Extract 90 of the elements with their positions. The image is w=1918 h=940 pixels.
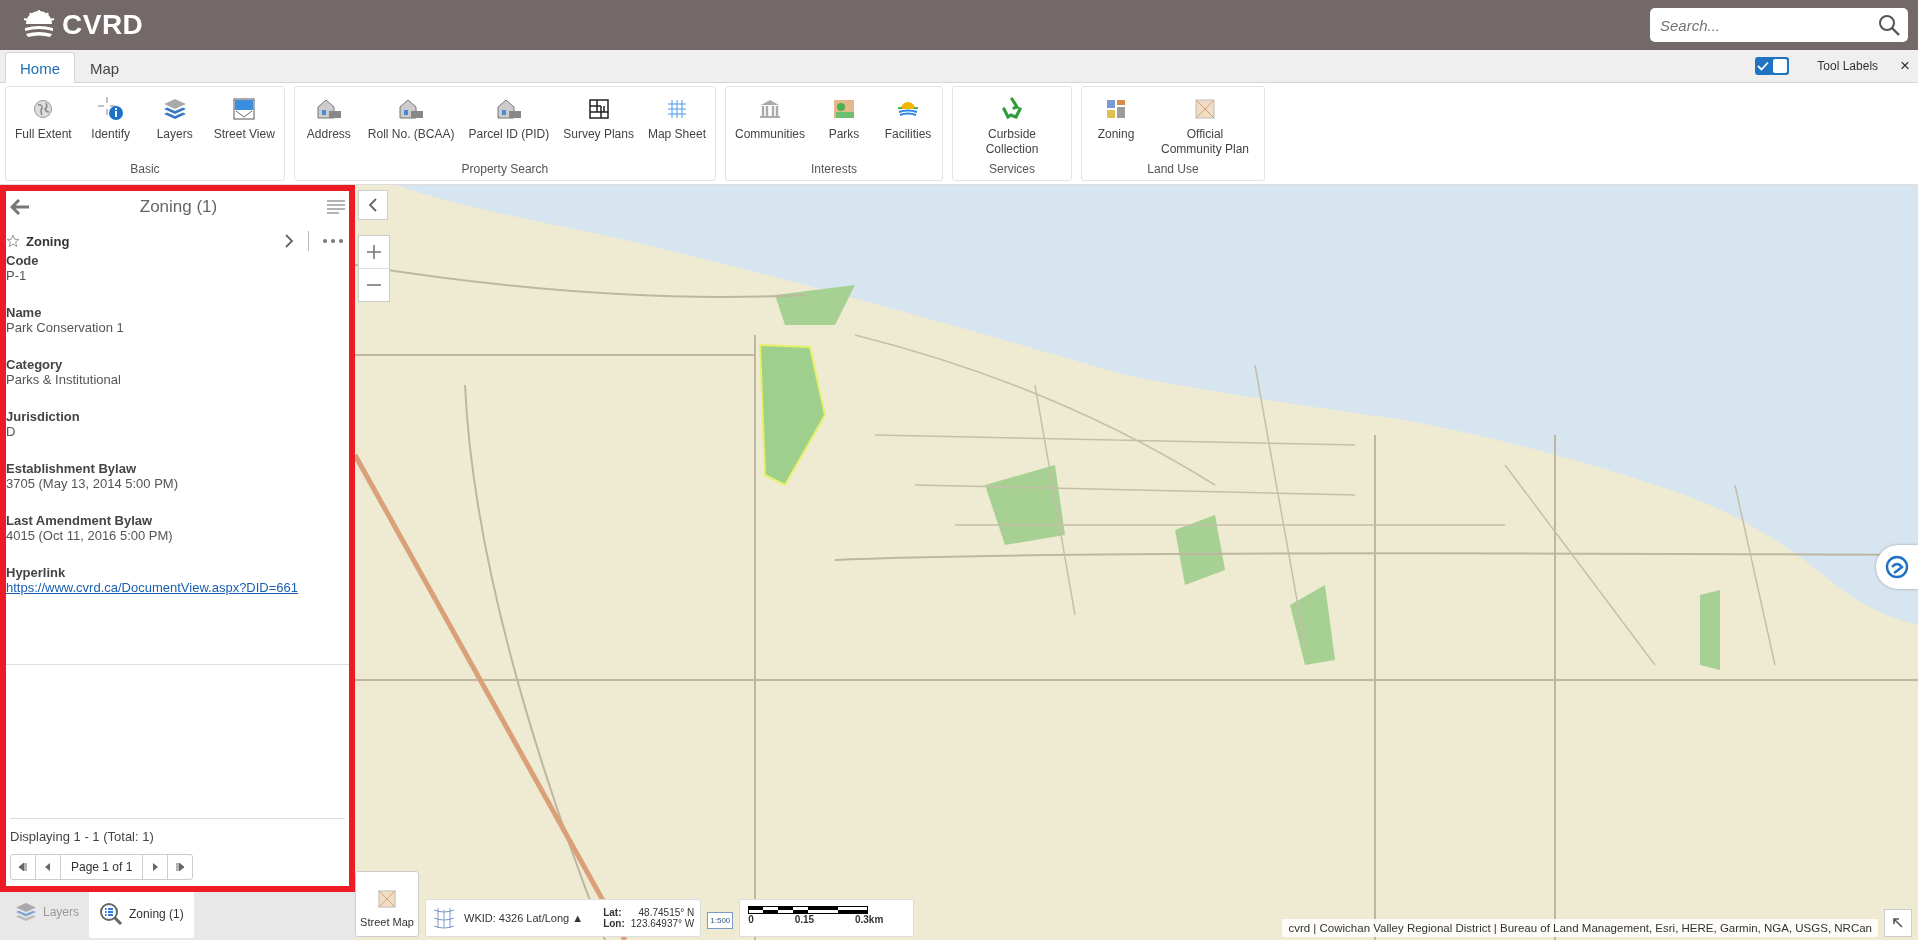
ribbon-tool-button[interactable]: Parks	[814, 97, 874, 162]
map-view-icon	[233, 97, 256, 121]
ribbon-tool-button[interactable]: Facilities	[878, 97, 938, 162]
ribbon-tool-button[interactable]: Survey Plans	[558, 97, 639, 162]
toggle-switch[interactable]	[1755, 57, 1790, 75]
logo-icon	[22, 10, 56, 40]
logo-text: CVRD	[62, 9, 144, 41]
more-icon[interactable]	[323, 239, 343, 243]
ribbon-tool-button[interactable]: Layers	[144, 97, 205, 162]
floor-plan-icon	[588, 97, 609, 121]
field-label: Name	[6, 305, 43, 320]
search-icon[interactable]	[1878, 14, 1900, 36]
map-thumbnail-icon	[378, 890, 396, 908]
ribbon-tool-button[interactable]: Zoning	[1086, 97, 1146, 162]
field-label: Hyperlink	[6, 565, 67, 580]
field-link[interactable]: https://www.cvrd.ca/DocumentView.aspx?DID=661	[6, 580, 299, 595]
close-button[interactable]: ×	[1900, 56, 1910, 76]
item-title: Zoning	[26, 233, 71, 249]
basemap-button[interactable]: Street Map	[355, 871, 419, 937]
info-crosshair-icon	[97, 97, 124, 121]
ribbon-tool-button[interactable]: Communities	[730, 97, 810, 162]
ribbon-tool-button[interactable]: Address	[298, 97, 359, 162]
tool-labels-text: Tool Labels	[1817, 59, 1879, 73]
grid-icon	[666, 97, 687, 121]
ribbon-tool-button[interactable]: Roll No. (BCAA)	[362, 97, 460, 162]
results-count: Displaying 1 - 1 (Total: 1)	[10, 818, 345, 844]
star-icon[interactable]	[6, 234, 20, 248]
panel-tab[interactable]: Zoning (1)	[89, 892, 194, 938]
ribbon-tool-button[interactable]: Curbside Collection	[957, 97, 1067, 162]
park-icon	[833, 97, 855, 121]
group-title: Property Search	[460, 162, 550, 178]
search-list-icon	[99, 902, 124, 926]
ribbon-tab[interactable]: Home	[5, 52, 75, 83]
field-value: D	[6, 424, 17, 439]
ribbon-tool-button[interactable]: Official Community Plan	[1150, 97, 1260, 162]
field-label: Last Amendment Bylaw	[6, 513, 154, 528]
page-indicator: Page 1 of 1	[61, 855, 144, 879]
swirl-icon	[1885, 555, 1909, 579]
scale-bar: 0 0.15 0.3km	[739, 899, 915, 937]
field-value: 3705 (May 13, 2014 5:00 PM)	[6, 476, 179, 491]
group-title: Services	[988, 162, 1036, 178]
layers-icon	[15, 902, 37, 922]
field-label: Jurisdiction	[6, 409, 81, 424]
projection-icon	[432, 906, 456, 930]
panel-title: Zoning (1)	[139, 197, 218, 217]
plus-icon	[366, 244, 382, 260]
search-field[interactable]: Search...	[1650, 8, 1908, 42]
house-icon	[315, 97, 342, 121]
scale-ratio-button[interactable]: 1:500	[707, 912, 734, 929]
diagonal-arrow-icon	[1893, 918, 1903, 928]
ribbon-tool-button[interactable]: Identify	[80, 97, 141, 162]
field-value: P-1	[6, 268, 28, 283]
chevron-right-icon[interactable]	[285, 234, 294, 248]
field-label: Category	[6, 357, 64, 372]
field-value: 4015 (Oct 11, 2016 5:00 PM)	[6, 528, 174, 543]
lon-label: Lon:	[603, 918, 625, 929]
zoning-icon	[1106, 97, 1126, 121]
plan-map-icon	[1195, 97, 1215, 121]
field-label: Code	[6, 253, 40, 268]
ribbon-tool-button[interactable]: Map Sheet	[642, 97, 711, 162]
chevron-left-icon	[368, 198, 378, 212]
lat-label: Lat:	[603, 907, 622, 918]
expand-button[interactable]	[1884, 909, 1912, 937]
ribbon-tab[interactable]: Map	[75, 52, 135, 83]
field-value: Park Conservation 1	[6, 320, 125, 335]
triangle-left-icon	[44, 862, 52, 872]
last-page-icon	[175, 862, 186, 872]
checkmark-icon	[1757, 61, 1770, 71]
back-arrow-icon[interactable]	[10, 199, 30, 215]
group-title: Interests	[810, 162, 858, 178]
ribbon-tool-button[interactable]: Full Extent	[10, 97, 77, 162]
first-page-icon	[18, 862, 28, 872]
field-label: Establishment Bylaw	[6, 461, 138, 476]
globe-icon	[33, 97, 54, 121]
house-icon	[398, 97, 425, 121]
group-title: Basic	[129, 162, 161, 178]
house-icon	[495, 97, 522, 121]
triangle-right-icon	[151, 862, 160, 872]
field-value: Parks & Institutional	[6, 372, 122, 387]
ribbon-tool-button[interactable]: Street View	[208, 97, 280, 162]
group-title: Land Use	[1146, 162, 1200, 178]
longitude-value: 123.64937° W	[630, 918, 695, 929]
layers-icon	[162, 97, 187, 121]
map-attribution: cvrd | Cowichan Valley Regional District | Bureau of Land Management, Esri, HERE, Garmin, NGA, USGS, NRCan	[1282, 919, 1878, 937]
minus-icon	[366, 284, 382, 286]
ribbon-tool-button[interactable]: Parcel ID (PID)	[463, 97, 555, 162]
wkid-selector[interactable]: WKID: 4326 Lat/Long ▲	[464, 912, 584, 924]
latitude-value: 48.74515° N	[638, 907, 695, 918]
collapse-panel-button[interactable]	[358, 190, 388, 220]
building-icon	[759, 97, 781, 121]
